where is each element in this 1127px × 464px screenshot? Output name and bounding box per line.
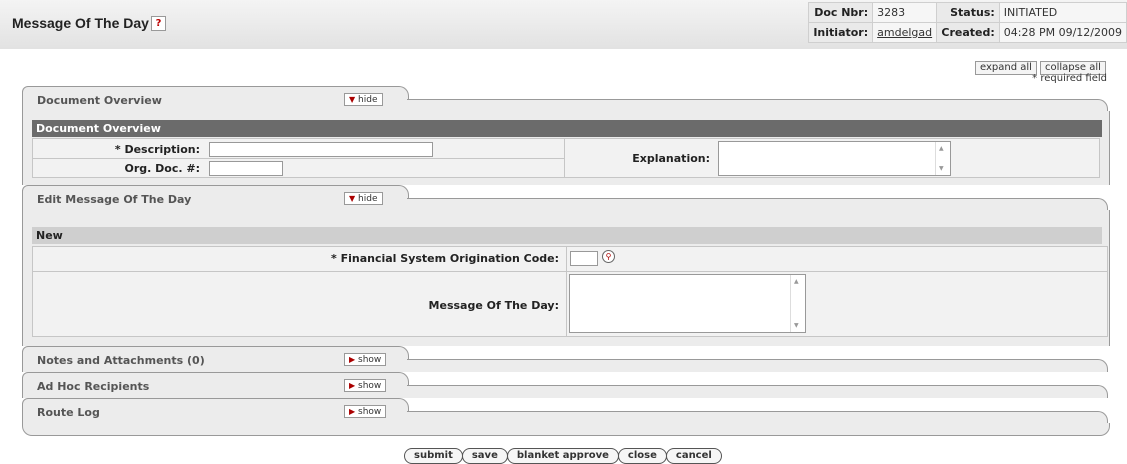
help-icon[interactable]: ? — [151, 16, 166, 31]
document-header: Message Of The Day ? Doc Nbr: 3283 Statu… — [0, 0, 1127, 49]
status-value: INITIATED — [998, 2, 1127, 23]
tab-adhoc-recipients: Ad Hoc Recipients ▶ show — [22, 372, 1108, 398]
hide-toggle-button[interactable]: ▼ hide — [344, 192, 383, 205]
origination-code-label: * Financial System Origination Code: — [331, 252, 559, 265]
submit-button[interactable]: submit — [404, 448, 463, 464]
explanation-label: Explanation: — [632, 152, 710, 165]
origination-code-input[interactable] — [570, 251, 598, 266]
status-label: Status: — [936, 2, 1000, 23]
initiator-link[interactable]: amdelgad — [877, 26, 932, 39]
tab-route-log: Route Log ▶ show — [22, 398, 1108, 424]
tab-label: Ad Hoc Recipients — [37, 380, 150, 393]
doc-nbr-label: Doc Nbr: — [807, 2, 874, 23]
action-buttons: submit save blanket approve close cancel — [404, 448, 722, 464]
tab-edit-message: Edit Message Of The Day ▼ hide — [22, 185, 1108, 211]
created-label: Created: — [936, 22, 1000, 43]
save-button[interactable]: save — [461, 448, 508, 464]
cancel-button[interactable]: cancel — [665, 448, 722, 464]
tab-label: Route Log — [37, 406, 100, 419]
required-field-note: * required field — [1032, 73, 1107, 84]
initiator-label: Initiator: — [807, 22, 874, 43]
message-label: Message Of The Day: — [428, 299, 559, 312]
blanket-approve-button[interactable]: blanket approve — [506, 448, 619, 464]
doc-nbr-value: 3283 — [872, 2, 938, 23]
show-toggle-button[interactable]: ▶ show — [344, 379, 387, 392]
triangle-down-icon: ▼ — [349, 194, 356, 203]
message-textarea[interactable]: ▲ ▼ — [569, 274, 806, 333]
tab-label: Document Overview — [37, 94, 162, 107]
tab-document-overview: Document Overview ▼ hide — [22, 86, 1108, 112]
textarea-scrollbar[interactable]: ▲ ▼ — [790, 275, 805, 332]
created-value: 04:28 PM 09/12/2009 — [998, 22, 1127, 43]
page-title: Message Of The Day — [12, 15, 149, 31]
textarea-scrollbar[interactable]: ▲ ▼ — [935, 142, 950, 175]
org-doc-input[interactable] — [209, 161, 283, 176]
hide-toggle-button[interactable]: ▼ hide — [344, 93, 383, 106]
section-title: New — [32, 227, 1102, 244]
magnifier-icon[interactable]: ⚲ — [602, 250, 615, 263]
section-title: Document Overview — [32, 120, 1102, 137]
document-overview-panel: Document Overview * Description: Org. Do… — [22, 111, 1110, 185]
tab-label: Notes and Attachments (0) — [37, 354, 205, 367]
show-toggle-button[interactable]: ▶ show — [344, 405, 387, 418]
triangle-down-icon: ▼ — [349, 95, 356, 104]
tab-label: Edit Message Of The Day — [37, 193, 192, 206]
triangle-right-icon: ▶ — [349, 355, 356, 364]
description-label: * Description: — [114, 143, 200, 156]
close-button[interactable]: close — [617, 448, 667, 464]
show-toggle-button[interactable]: ▶ show — [344, 353, 387, 366]
document-info-table: Doc Nbr: 3283 Status: INITIATED Initiato… — [807, 2, 1127, 43]
tab-notes-attachments: Notes and Attachments (0) ▶ show — [22, 346, 1108, 372]
explanation-textarea[interactable]: ▲ ▼ — [718, 141, 951, 176]
description-input[interactable] — [209, 142, 433, 157]
edit-message-panel: New * Financial System Origination Code:… — [22, 210, 1110, 346]
triangle-right-icon: ▶ — [349, 381, 356, 390]
expand-all-button[interactable]: expand all — [975, 61, 1037, 75]
triangle-right-icon: ▶ — [349, 407, 356, 416]
org-doc-label: Org. Doc. #: — [124, 162, 201, 175]
